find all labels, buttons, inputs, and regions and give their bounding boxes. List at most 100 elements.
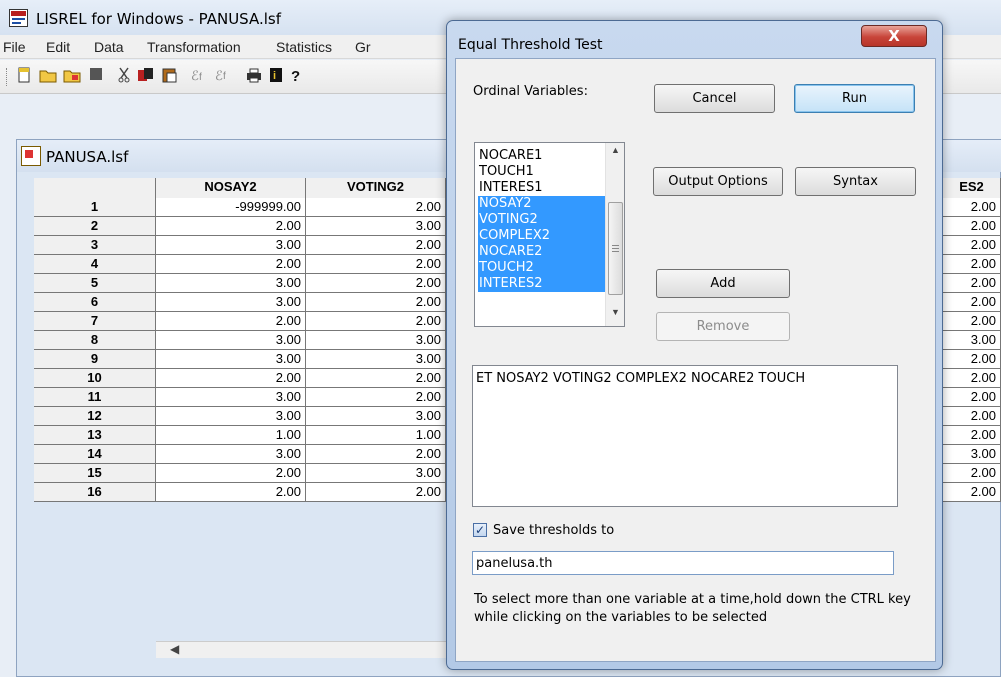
column-header-interes2[interactable]: ES2: [943, 178, 1001, 199]
paste-icon[interactable]: [160, 67, 180, 87]
open-file-icon[interactable]: [38, 67, 58, 87]
table-cell[interactable]: 3.00: [156, 388, 306, 407]
list-item[interactable]: INTERES2: [478, 276, 605, 292]
table-cell[interactable]: 2.00: [943, 483, 1001, 502]
table-cell[interactable]: 2.00: [943, 369, 1001, 388]
syntax-text-area[interactable]: ET NOSAY2 VOTING2 COMPLEX2 NOCARE2 TOUCH: [472, 365, 898, 507]
table-cell[interactable]: 2.00: [943, 464, 1001, 483]
row-header[interactable]: 9: [34, 350, 156, 369]
table-cell[interactable]: -999999.00: [156, 198, 306, 217]
table-cell[interactable]: 2.00: [156, 464, 306, 483]
table-cell[interactable]: 3.00: [943, 331, 1001, 350]
menu-transformation[interactable]: Transformation: [147, 39, 241, 55]
table-cell[interactable]: 3.00: [156, 331, 306, 350]
column-header-voting2[interactable]: VOTING2: [306, 178, 446, 199]
close-icon[interactable]: X: [861, 25, 927, 47]
help-icon[interactable]: ?: [286, 67, 306, 87]
menu-graphs[interactable]: Gr: [355, 39, 371, 55]
run-button[interactable]: Run: [794, 84, 915, 113]
table-cell[interactable]: 3.00: [306, 350, 446, 369]
thresholds-filename-input[interactable]: panelusa.th: [472, 551, 894, 575]
table-cell[interactable]: 1.00: [306, 426, 446, 445]
remove-button[interactable]: Remove: [656, 312, 790, 341]
row-header[interactable]: 4: [34, 255, 156, 274]
table-cell[interactable]: 2.00: [306, 445, 446, 464]
row-header[interactable]: 16: [34, 483, 156, 502]
info-icon[interactable]: i: [266, 67, 286, 87]
table-cell[interactable]: 2.00: [306, 274, 446, 293]
scroll-left-arrow-icon[interactable]: ◀: [170, 642, 179, 656]
row-header[interactable]: 14: [34, 445, 156, 464]
table-cell[interactable]: 2.00: [306, 369, 446, 388]
table-cell[interactable]: 2.00: [306, 293, 446, 312]
table-cell[interactable]: 2.00: [156, 255, 306, 274]
table-cell[interactable]: 2.00: [943, 312, 1001, 331]
list-vertical-scrollbar[interactable]: ▲ ▼: [605, 143, 624, 326]
print-icon[interactable]: [244, 67, 264, 87]
ordinal-variables-list[interactable]: NOCARE1 TOUCH1 INTERES1 NOSAY2 VOTING2 COMPLE…: [474, 142, 625, 327]
table-cell[interactable]: 2.00: [943, 350, 1001, 369]
add-button[interactable]: Add: [656, 269, 790, 298]
menu-statistics[interactable]: Statistics: [276, 39, 332, 55]
menu-edit[interactable]: Edit: [46, 39, 70, 55]
output-options-button[interactable]: Output Options: [653, 167, 783, 196]
list-item[interactable]: NOCARE2: [478, 244, 605, 260]
column-header-nosay2[interactable]: NOSAY2: [156, 178, 306, 199]
row-header[interactable]: 11: [34, 388, 156, 407]
scroll-thumb[interactable]: [608, 202, 623, 295]
path-icon[interactable]: ℰf: [190, 67, 210, 87]
cut-icon[interactable]: [114, 67, 134, 87]
table-cell[interactable]: 3.00: [156, 293, 306, 312]
open-file-alt-icon[interactable]: [62, 67, 82, 87]
table-cell[interactable]: 2.00: [306, 198, 446, 217]
table-cell[interactable]: 2.00: [306, 312, 446, 331]
table-cell[interactable]: 3.00: [943, 445, 1001, 464]
table-cell[interactable]: 2.00: [943, 255, 1001, 274]
table-cell[interactable]: 2.00: [943, 407, 1001, 426]
list-item[interactable]: NOSAY2: [478, 196, 605, 212]
new-file-icon[interactable]: [14, 67, 34, 87]
table-cell[interactable]: 2.00: [943, 236, 1001, 255]
table-cell[interactable]: 2.00: [306, 236, 446, 255]
table-cell[interactable]: 2.00: [156, 369, 306, 388]
table-cell[interactable]: 2.00: [306, 255, 446, 274]
table-cell[interactable]: 2.00: [943, 293, 1001, 312]
table-cell[interactable]: 3.00: [156, 274, 306, 293]
table-cell[interactable]: 2.00: [943, 388, 1001, 407]
table-cell[interactable]: 3.00: [306, 217, 446, 236]
table-cell[interactable]: 2.00: [306, 483, 446, 502]
row-header[interactable]: 6: [34, 293, 156, 312]
row-header[interactable]: 12: [34, 407, 156, 426]
table-cell[interactable]: 1.00: [156, 426, 306, 445]
syntax-button[interactable]: Syntax: [795, 167, 916, 196]
table-cell[interactable]: 2.00: [306, 388, 446, 407]
table-cell[interactable]: 3.00: [306, 464, 446, 483]
menu-file[interactable]: File: [3, 39, 26, 55]
scroll-down-arrow-icon[interactable]: ▼: [606, 307, 625, 321]
path-alt-icon[interactable]: ℰf: [214, 67, 234, 87]
row-header[interactable]: 5: [34, 274, 156, 293]
stop-icon[interactable]: [86, 67, 106, 87]
table-cell[interactable]: 2.00: [943, 274, 1001, 293]
table-cell[interactable]: 2.00: [156, 483, 306, 502]
table-cell[interactable]: 3.00: [156, 407, 306, 426]
horizontal-scrollbar[interactable]: ◀: [156, 641, 446, 658]
list-item[interactable]: TOUCH2: [478, 260, 605, 276]
list-item[interactable]: VOTING2: [478, 212, 605, 228]
list-item[interactable]: TOUCH1: [478, 164, 605, 180]
list-item[interactable]: NOCARE1: [478, 148, 605, 164]
copy-icon[interactable]: [136, 67, 156, 87]
row-header[interactable]: 15: [34, 464, 156, 483]
menu-data[interactable]: Data: [94, 39, 124, 55]
list-item[interactable]: INTERES1: [478, 180, 605, 196]
table-cell[interactable]: 3.00: [306, 331, 446, 350]
table-cell[interactable]: 3.00: [156, 445, 306, 464]
row-header[interactable]: 1: [34, 198, 156, 217]
row-header[interactable]: 10: [34, 369, 156, 388]
row-header[interactable]: 2: [34, 217, 156, 236]
table-cell[interactable]: 3.00: [156, 350, 306, 369]
table-cell[interactable]: 2.00: [943, 217, 1001, 236]
table-cell[interactable]: 2.00: [156, 217, 306, 236]
row-header[interactable]: 8: [34, 331, 156, 350]
table-cell[interactable]: 2.00: [943, 198, 1001, 217]
